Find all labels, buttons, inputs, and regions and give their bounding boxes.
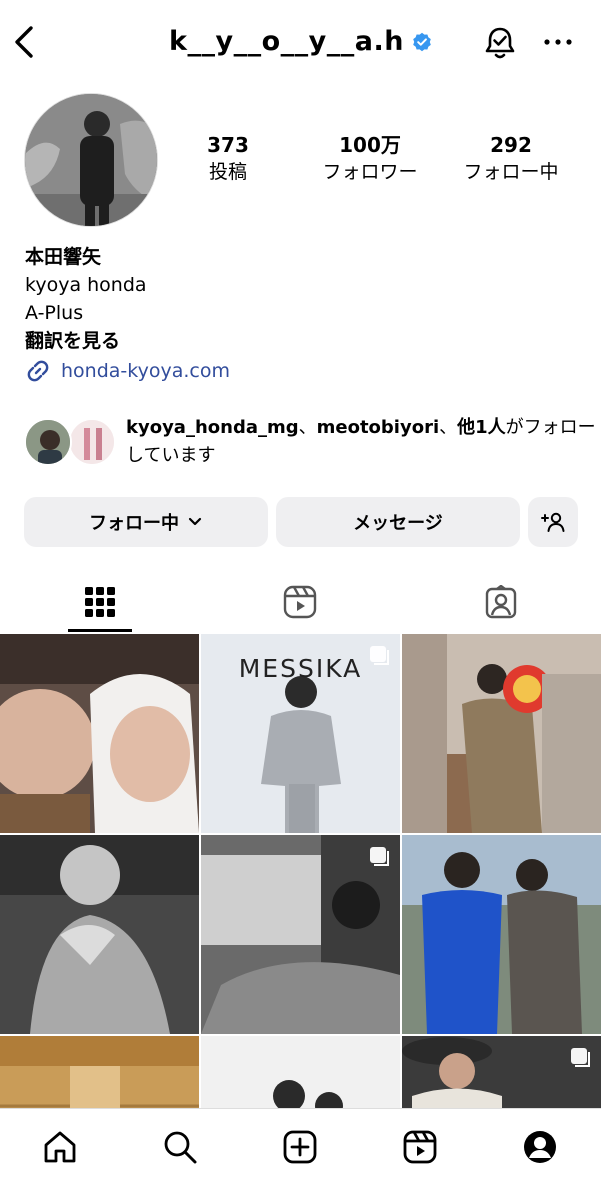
tab-posts-grid[interactable] bbox=[0, 572, 200, 632]
reels-icon bbox=[403, 1130, 437, 1164]
more-horizontal-icon bbox=[544, 39, 572, 45]
multiple-photos-icon bbox=[370, 646, 389, 665]
nav-profile[interactable] bbox=[520, 1127, 560, 1167]
mutual-followers-text: kyoya_honda_mg、meotobiyori、他1人がフォローしています bbox=[126, 414, 601, 470]
tab-tagged[interactable] bbox=[401, 572, 601, 632]
mutual-separator-2: 、 bbox=[439, 417, 458, 438]
mutual-user-2[interactable]: meotobiyori bbox=[317, 417, 440, 438]
post-thumbnail[interactable] bbox=[0, 835, 199, 1034]
website-link[interactable]: honda-kyoya.com bbox=[25, 357, 230, 385]
post-thumbnail[interactable] bbox=[201, 1036, 400, 1110]
bio-section: 本田響矢 kyoya honda A-Plus 翻訳を見る honda-kyoy… bbox=[25, 243, 230, 385]
following-button-label: フォロー中 bbox=[89, 513, 179, 534]
post-thumbnail[interactable] bbox=[0, 634, 199, 833]
following-label: フォロー中 bbox=[463, 161, 559, 183]
message-button-label: メッセージ bbox=[353, 513, 443, 534]
translate-link[interactable]: 翻訳を見る bbox=[25, 327, 230, 355]
multiple-photos-icon bbox=[571, 1048, 590, 1067]
website-link-text: honda-kyoya.com bbox=[61, 360, 230, 382]
verified-badge-icon bbox=[413, 32, 431, 51]
post-thumbnail[interactable]: MESSIKA bbox=[201, 634, 400, 833]
posts-label: 投稿 bbox=[208, 161, 247, 183]
posts-grid: MESSIKA bbox=[0, 634, 601, 1110]
mutual-avatar-2 bbox=[68, 418, 116, 466]
mutual-separator-1: 、 bbox=[298, 417, 317, 438]
stat-followers[interactable]: 100万 フォロワー bbox=[300, 132, 440, 185]
grid-icon bbox=[85, 587, 115, 617]
chevron-down-icon bbox=[188, 517, 202, 526]
followers-count: 100万 bbox=[339, 133, 401, 157]
mutual-user-1[interactable]: kyoya_honda_mg bbox=[126, 417, 299, 438]
stat-posts[interactable]: 373 投稿 bbox=[188, 132, 268, 185]
posts-count: 373 bbox=[207, 133, 249, 157]
bio-line-2: A-Plus bbox=[25, 302, 84, 324]
notifications-button[interactable] bbox=[482, 24, 518, 60]
add-user-icon bbox=[541, 512, 565, 532]
profile-avatar[interactable] bbox=[24, 93, 158, 227]
link-icon bbox=[27, 360, 49, 382]
tab-reels[interactable] bbox=[200, 572, 400, 632]
nav-home[interactable] bbox=[40, 1127, 80, 1167]
post-thumbnail[interactable] bbox=[402, 835, 601, 1034]
profile-icon bbox=[524, 1131, 556, 1163]
bio-line-1: kyoya honda bbox=[25, 274, 147, 296]
home-icon bbox=[44, 1131, 76, 1163]
tagged-user-icon bbox=[485, 585, 517, 619]
suggested-users-button[interactable] bbox=[528, 497, 578, 547]
mutual-followers[interactable]: kyoya_honda_mg、meotobiyori、他1人がフォローしています bbox=[24, 414, 601, 474]
nav-create[interactable] bbox=[280, 1127, 320, 1167]
nav-reels[interactable] bbox=[400, 1127, 440, 1167]
display-name: 本田響矢 bbox=[25, 246, 102, 268]
followers-label: フォロワー bbox=[322, 161, 418, 183]
post-thumbnail[interactable] bbox=[0, 1036, 199, 1110]
post-thumbnail[interactable] bbox=[201, 835, 400, 1034]
post-thumbnail[interactable] bbox=[402, 634, 601, 833]
active-tab-indicator bbox=[68, 629, 132, 632]
mutual-avatar-1 bbox=[24, 418, 72, 466]
stat-following[interactable]: 292 フォロー中 bbox=[450, 132, 572, 185]
multiple-photos-icon bbox=[370, 847, 389, 866]
create-post-icon bbox=[283, 1130, 317, 1164]
profile-tabs bbox=[0, 572, 601, 632]
following-button[interactable]: フォロー中 bbox=[24, 497, 268, 547]
more-options-button[interactable] bbox=[542, 26, 574, 58]
post-thumbnail[interactable] bbox=[402, 1036, 601, 1110]
top-bar: k__y__o__y__a.h bbox=[0, 0, 601, 86]
search-icon bbox=[164, 1131, 197, 1164]
mutual-others[interactable]: 他1人 bbox=[457, 417, 506, 438]
username: k__y__o__y__a.h bbox=[169, 26, 404, 57]
nav-search[interactable] bbox=[160, 1127, 200, 1167]
message-button[interactable]: メッセージ bbox=[276, 497, 520, 547]
following-count: 292 bbox=[490, 133, 532, 157]
profile-photo bbox=[25, 94, 157, 226]
reels-icon bbox=[283, 585, 317, 619]
bell-check-icon bbox=[485, 27, 515, 59]
bottom-navigation bbox=[0, 1108, 601, 1200]
